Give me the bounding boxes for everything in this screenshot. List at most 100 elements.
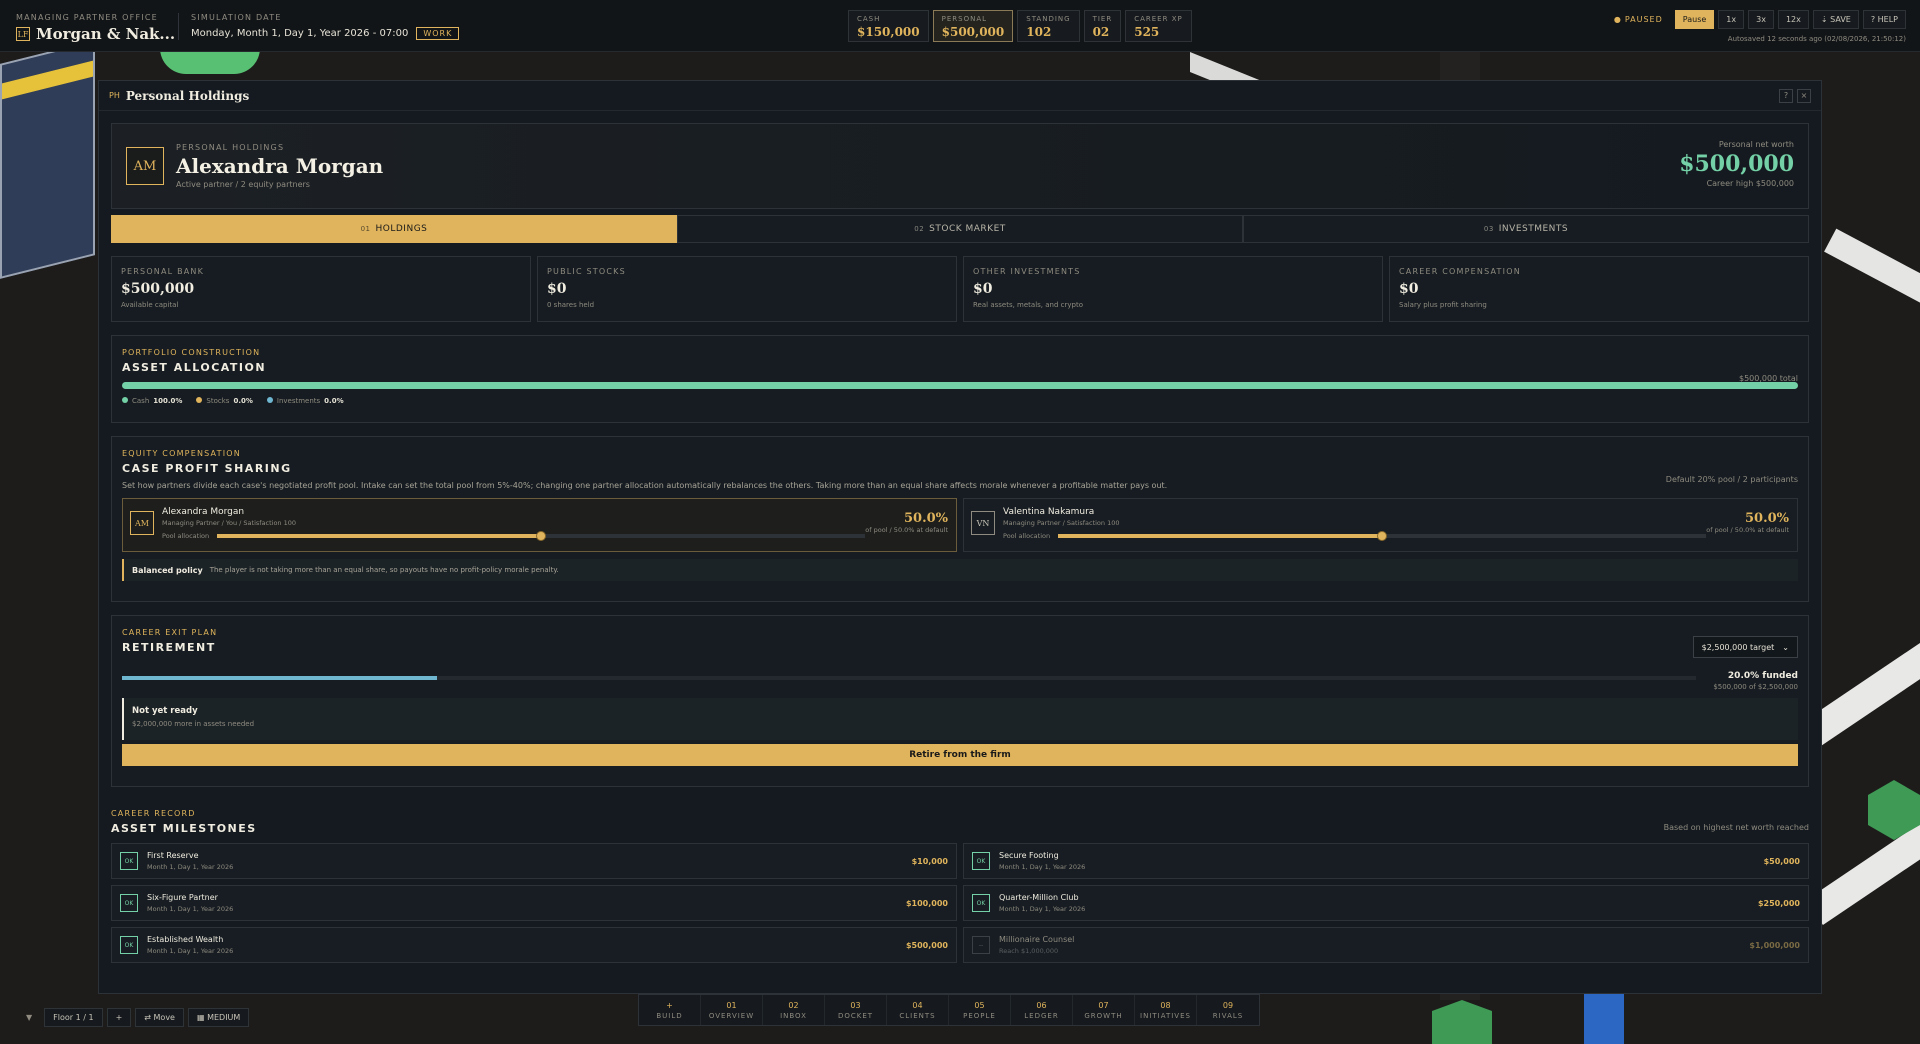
legend-investments: Investments 0.0% — [266, 397, 344, 405]
pool-allocation-slider[interactable] — [217, 531, 866, 541]
stat-label: TIER — [1092, 15, 1113, 23]
stat-value: $500,000 — [941, 25, 1005, 39]
nav-rivals[interactable]: 09 RIVALS — [1197, 995, 1259, 1025]
stat-career-xp[interactable]: CAREER XP 525 — [1125, 10, 1192, 42]
tab-number: 03 — [1483, 225, 1494, 233]
select-value: $2,500,000 target — [1701, 642, 1775, 652]
tab-label: INVESTMENTS — [1498, 224, 1569, 234]
legend-pct: 100.0% — [153, 397, 183, 405]
nav-clients[interactable]: 04 CLIENTS — [887, 995, 949, 1025]
policy-banner: Balanced policy The player is not taking… — [122, 559, 1798, 581]
milestone-amount: $1,000,000 — [1749, 940, 1800, 950]
tab-stock-market[interactable]: 02 STOCK MARKET — [677, 215, 1243, 243]
size-button[interactable]: ▦ MEDIUM — [187, 1008, 250, 1027]
profit-sharing-panel: EQUITY COMPENSATION CASE PROFIT SHARING … — [111, 436, 1809, 602]
card-label: PERSONAL BANK — [121, 267, 205, 276]
milestone-name: Millionaire Counsel — [999, 935, 1075, 944]
section-title: RETIREMENT — [122, 641, 216, 654]
card-value: $0 — [973, 281, 993, 297]
tab-holdings[interactable]: 01 HOLDINGS — [111, 215, 677, 243]
slider-label: Pool allocation — [1003, 532, 1051, 540]
speed-pause-button[interactable]: Pause — [1674, 10, 1715, 29]
retire-button[interactable]: Retire from the firm — [122, 744, 1798, 766]
modal-close-button[interactable]: × — [1797, 88, 1811, 103]
section-title: ASSET ALLOCATION — [122, 361, 267, 374]
nav-initiatives[interactable]: 08 INITIATIVES — [1135, 995, 1197, 1025]
speed-3x-button[interactable]: 3x — [1748, 10, 1774, 29]
retirement-status: Not yet ready $2,000,000 more in assets … — [122, 698, 1798, 740]
legend-stocks: Stocks 0.0% — [196, 397, 253, 405]
allocation-total: $500,000 total — [1738, 374, 1798, 383]
stat-personal[interactable]: PERSONAL $500,000 — [932, 10, 1014, 42]
status-title: Not yet ready — [132, 706, 198, 716]
nav-label: DOCKET — [837, 1011, 874, 1020]
slider-handle[interactable] — [536, 531, 547, 541]
card-subtext: Available capital — [121, 301, 179, 309]
summary-cards: PERSONAL BANK $500,000 Available capital… — [111, 256, 1809, 322]
firm-info[interactable]: MANAGING PARTNER OFFICE LF Morgan & Nak.… — [16, 13, 175, 43]
milestone-item: OK Six-Figure Partner Month 1, Day 1, Yea… — [111, 885, 957, 921]
card-value: $0 — [1399, 281, 1419, 297]
nav-people[interactable]: 05 PEOPLE — [949, 995, 1011, 1025]
nav-growth[interactable]: 07 GROWTH — [1073, 995, 1135, 1025]
milestone-amount: $50,000 — [1763, 856, 1800, 866]
nav-docket[interactable]: 03 DOCKET — [825, 995, 887, 1025]
nav-label: OVERVIEW — [708, 1011, 755, 1020]
partner-subtitle: Active partner / 2 equity partners — [176, 180, 310, 189]
progress-fill — [122, 676, 437, 680]
speed-1x-button[interactable]: 1x — [1718, 10, 1745, 29]
floor-bar: ▼ Floor 1 / 1 + ⇄ Move ▦ MEDIUM — [18, 1008, 250, 1027]
move-button[interactable]: ⇄ Move — [135, 1008, 184, 1027]
nav-build[interactable]: + BUILD — [639, 995, 701, 1025]
nav-number: 01 — [726, 1000, 737, 1010]
avatar: AM — [126, 147, 164, 185]
nav-label: BUILD — [656, 1011, 683, 1020]
modal-help-button[interactable]: ? — [1779, 88, 1793, 103]
nav-number: 03 — [850, 1000, 861, 1010]
floor-selector[interactable]: Floor 1 / 1 — [44, 1008, 103, 1027]
nav-overview[interactable]: 01 OVERVIEW — [701, 995, 763, 1025]
investments-dot-icon — [266, 397, 273, 403]
pool-allocation-slider[interactable] — [1058, 531, 1707, 541]
partner-card: AM Alexandra Morgan Managing Partner / Y… — [122, 498, 957, 552]
swap-icon: ⇄ — [144, 1013, 154, 1022]
add-floor-button[interactable]: + — [106, 1008, 132, 1027]
section-title: CASE PROFIT SHARING — [122, 462, 292, 475]
tab-investments[interactable]: 03 INVESTMENTS — [1243, 215, 1809, 243]
nav-label: CLIENTS — [899, 1011, 936, 1020]
hero-eyebrow: PERSONAL HOLDINGS — [176, 143, 285, 152]
slider-label: Pool allocation — [162, 532, 210, 540]
milestone-amount: $250,000 — [1757, 898, 1800, 908]
check-icon: OK — [120, 936, 138, 954]
modal-tag: PH — [109, 91, 120, 100]
retirement-target-select[interactable]: $2,500,000 target ⌄ — [1692, 636, 1798, 658]
stat-cash[interactable]: CASH $150,000 — [848, 10, 929, 42]
save-button[interactable]: ⇣ SAVE — [1812, 10, 1859, 29]
policy-text: The player is not taking more than an eq… — [209, 566, 559, 574]
help-button[interactable]: ? HELP — [1862, 10, 1906, 29]
date-label: SIMULATION DATE — [191, 13, 282, 22]
net-worth-value: $500,000 — [1679, 151, 1794, 177]
stat-tier[interactable]: TIER 02 — [1083, 10, 1122, 42]
nav-label: INBOX — [780, 1011, 807, 1020]
partner-role: Managing Partner / Satisfaction 100 — [1003, 519, 1120, 527]
speed-12x-button[interactable]: 12x — [1777, 10, 1809, 29]
tab-label: HOLDINGS — [375, 224, 428, 234]
partner-card: VN Valentina Nakamura Managing Partner /… — [963, 498, 1798, 552]
stat-standing[interactable]: STANDING 102 — [1017, 10, 1080, 42]
partner-name: Valentina Nakamura — [1003, 507, 1095, 517]
filter-icon[interactable]: ▼ — [18, 1009, 40, 1026]
nav-ledger[interactable]: 06 LEDGER — [1011, 995, 1073, 1025]
nav-inbox[interactable]: 02 INBOX — [763, 995, 825, 1025]
nav-number: 02 — [788, 1000, 799, 1010]
share-subtext: of pool / 50.0% at default — [1706, 526, 1789, 534]
slider-handle[interactable] — [1377, 531, 1388, 541]
paused-indicator: PAUSED — [1614, 15, 1663, 24]
card-label: OTHER INVESTMENTS — [973, 267, 1081, 276]
milestone-date: Month 1, Day 1, Year 2026 — [999, 905, 1086, 913]
card-public-stocks: PUBLIC STOCKS $0 0 shares held — [537, 256, 957, 322]
legend-pct: 0.0% — [233, 397, 253, 405]
modal-title: Personal Holdings — [125, 88, 250, 103]
milestones-header: CAREER RECORD ASSET MILESTONES Based on … — [111, 809, 1809, 835]
stat-label: PERSONAL — [941, 15, 988, 23]
